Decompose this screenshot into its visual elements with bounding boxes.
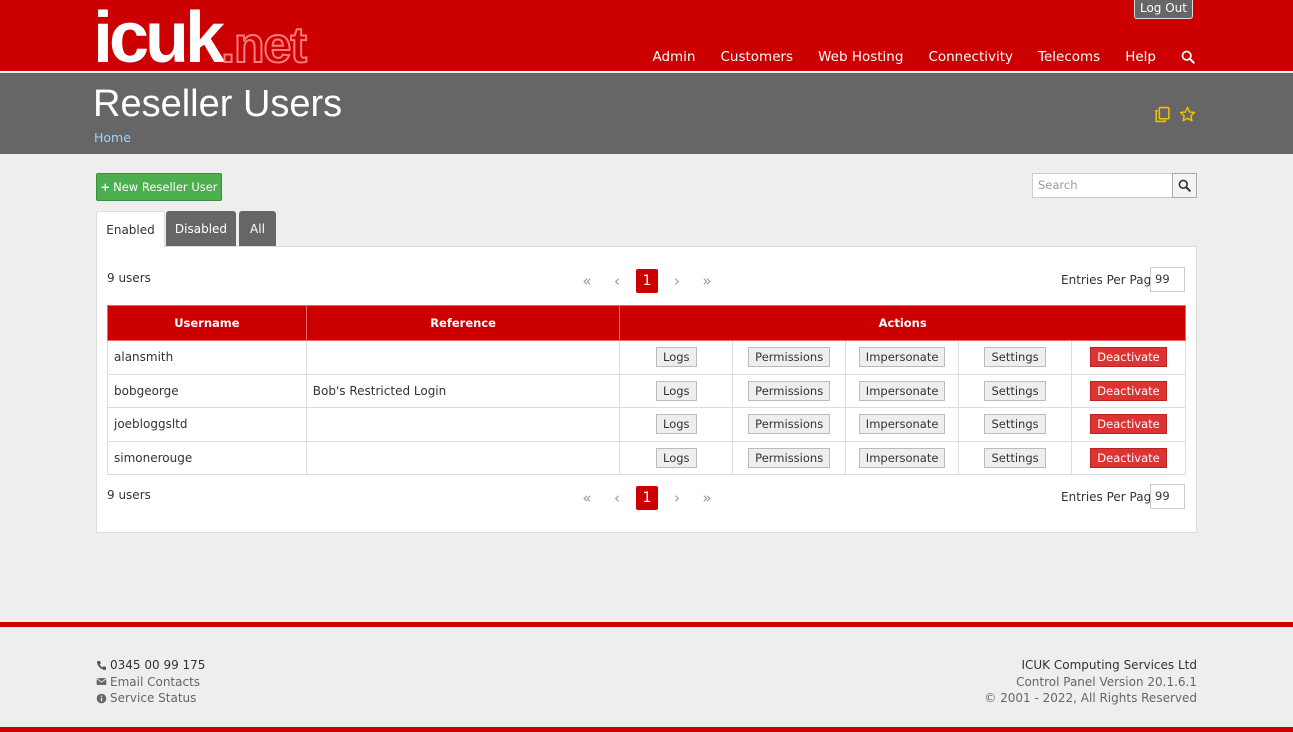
footer-company: ICUK Computing Services Ltd bbox=[1021, 658, 1197, 672]
deactivate-button[interactable]: Deactivate bbox=[1090, 414, 1167, 435]
title-band: Reseller Users Home bbox=[0, 73, 1293, 154]
first-page-icon[interactable]: « bbox=[572, 272, 602, 290]
last-page-icon[interactable]: » bbox=[692, 489, 722, 507]
footer-contact: 0345 00 99 175 Email Contacts Service St… bbox=[96, 657, 205, 707]
permissions-button[interactable]: Permissions bbox=[748, 380, 831, 401]
logo[interactable]: icuk.net bbox=[93, 2, 308, 74]
entries-per-page-input-top[interactable]: 99 bbox=[1150, 267, 1185, 292]
impersonate-button[interactable]: Impersonate bbox=[858, 347, 946, 368]
users-table: Username Reference Actions alansmith Log… bbox=[107, 305, 1186, 475]
deactivate-button[interactable]: Deactivate bbox=[1090, 447, 1167, 468]
settings-button[interactable]: Settings bbox=[984, 414, 1046, 435]
envelope-icon bbox=[96, 678, 107, 686]
title-actions bbox=[1154, 106, 1196, 123]
main-nav: Admin Customers Web Hosting Connectivity… bbox=[652, 49, 1195, 65]
username-cell: alansmith bbox=[107, 340, 307, 375]
logout-button[interactable]: Log Out bbox=[1134, 0, 1193, 19]
tab-all[interactable]: All bbox=[239, 211, 276, 247]
reference-cell bbox=[305, 340, 621, 375]
logs-button[interactable]: Logs bbox=[656, 347, 697, 368]
plus-icon: + bbox=[100, 180, 111, 194]
column-actions: Actions bbox=[619, 305, 1186, 341]
next-page-icon[interactable]: › bbox=[662, 272, 692, 290]
nav-customers[interactable]: Customers bbox=[720, 49, 793, 65]
top-header: icuk.net Log Out Admin Customers Web Hos… bbox=[0, 0, 1293, 74]
username-cell: bobgeorge bbox=[107, 373, 307, 408]
username-cell: joebloggsltd bbox=[107, 407, 307, 442]
breadcrumb-home[interactable]: Home bbox=[94, 130, 131, 145]
star-icon[interactable] bbox=[1179, 106, 1196, 123]
settings-button[interactable]: Settings bbox=[984, 447, 1046, 468]
info-icon bbox=[96, 693, 107, 704]
reference-cell bbox=[305, 440, 621, 475]
new-reseller-user-button[interactable]: + New Reseller User bbox=[96, 173, 222, 201]
entries-per-page-label-bottom: Entries Per Page: bbox=[1061, 490, 1163, 504]
page-title: Reseller Users bbox=[93, 83, 343, 125]
nav-admin[interactable]: Admin bbox=[652, 49, 695, 65]
prev-page-icon[interactable]: ‹ bbox=[602, 489, 632, 507]
logs-button[interactable]: Logs bbox=[656, 447, 697, 468]
permissions-button[interactable]: Permissions bbox=[748, 447, 831, 468]
permissions-button[interactable]: Permissions bbox=[748, 347, 831, 368]
search-icon[interactable] bbox=[1181, 50, 1195, 64]
reference-cell bbox=[305, 407, 621, 442]
deactivate-button[interactable]: Deactivate bbox=[1090, 380, 1167, 401]
column-reference[interactable]: Reference bbox=[305, 305, 621, 341]
pagination-bottom: « ‹ 1 › » bbox=[572, 486, 722, 510]
last-page-icon[interactable]: » bbox=[692, 272, 722, 290]
impersonate-button[interactable]: Impersonate bbox=[858, 447, 946, 468]
prev-page-icon[interactable]: ‹ bbox=[602, 272, 632, 290]
reference-cell: Bob's Restricted Login bbox=[305, 373, 621, 408]
table-row: alansmith Logs Permissions Impersonate S… bbox=[107, 340, 1186, 375]
footer-copyright: © 2001 - 2022, All Rights Reserved bbox=[984, 691, 1197, 705]
deactivate-button[interactable]: Deactivate bbox=[1090, 347, 1167, 368]
page-current[interactable]: 1 bbox=[636, 486, 658, 510]
footer-bottom-bar bbox=[0, 727, 1293, 732]
nav-connectivity[interactable]: Connectivity bbox=[928, 49, 1013, 65]
settings-button[interactable]: Settings bbox=[984, 380, 1046, 401]
impersonate-button[interactable]: Impersonate bbox=[858, 414, 946, 435]
next-page-icon[interactable]: › bbox=[662, 489, 692, 507]
table-row: joebloggsltd Logs Permissions Impersonat… bbox=[107, 407, 1186, 442]
copy-icon[interactable] bbox=[1154, 106, 1171, 123]
search-icon bbox=[1178, 179, 1191, 192]
phone-icon bbox=[96, 660, 106, 670]
nav-telecoms[interactable]: Telecoms bbox=[1038, 49, 1100, 65]
entries-per-page-input-bottom[interactable]: 99 bbox=[1150, 484, 1185, 509]
first-page-icon[interactable]: « bbox=[572, 489, 602, 507]
page-current[interactable]: 1 bbox=[636, 269, 658, 293]
footer: 0345 00 99 175 Email Contacts Service St… bbox=[0, 627, 1293, 727]
search-input[interactable]: Search bbox=[1032, 173, 1173, 198]
logs-button[interactable]: Logs bbox=[656, 414, 697, 435]
table-row: bobgeorge Bob's Restricted Login Logs Pe… bbox=[107, 373, 1186, 408]
logo-main: icuk bbox=[93, 0, 225, 78]
settings-button[interactable]: Settings bbox=[984, 347, 1046, 368]
permissions-button[interactable]: Permissions bbox=[748, 414, 831, 435]
user-count-bottom: 9 users bbox=[107, 488, 151, 502]
impersonate-button[interactable]: Impersonate bbox=[858, 380, 946, 401]
column-username[interactable]: Username bbox=[107, 305, 307, 341]
footer-service-status[interactable]: Service Status bbox=[110, 690, 196, 707]
pagination-top: « ‹ 1 › » bbox=[572, 269, 722, 293]
nav-web-hosting[interactable]: Web Hosting bbox=[818, 49, 903, 65]
footer-version: Control Panel Version 20.1.6.1 bbox=[1016, 674, 1197, 689]
table-row: simonerouge Logs Permissions Impersonate… bbox=[107, 440, 1186, 475]
nav-help[interactable]: Help bbox=[1125, 49, 1156, 65]
user-count-top: 9 users bbox=[107, 271, 151, 285]
username-cell: simonerouge bbox=[107, 440, 307, 475]
tab-enabled[interactable]: Enabled bbox=[96, 211, 165, 248]
footer-phone: 0345 00 99 175 bbox=[110, 658, 206, 672]
footer-email-contacts[interactable]: Email Contacts bbox=[110, 674, 200, 691]
table-header-row: Username Reference Actions bbox=[107, 305, 1186, 341]
footer-company-info: ICUK Computing Services Ltd Control Pane… bbox=[984, 657, 1197, 707]
logs-button[interactable]: Logs bbox=[656, 380, 697, 401]
search-button[interactable] bbox=[1172, 173, 1197, 198]
entries-per-page-label-top: Entries Per Page: bbox=[1061, 273, 1163, 287]
new-button-label: New Reseller User bbox=[113, 180, 218, 194]
logo-suffix: .net bbox=[220, 17, 308, 73]
tab-disabled[interactable]: Disabled bbox=[166, 211, 236, 247]
